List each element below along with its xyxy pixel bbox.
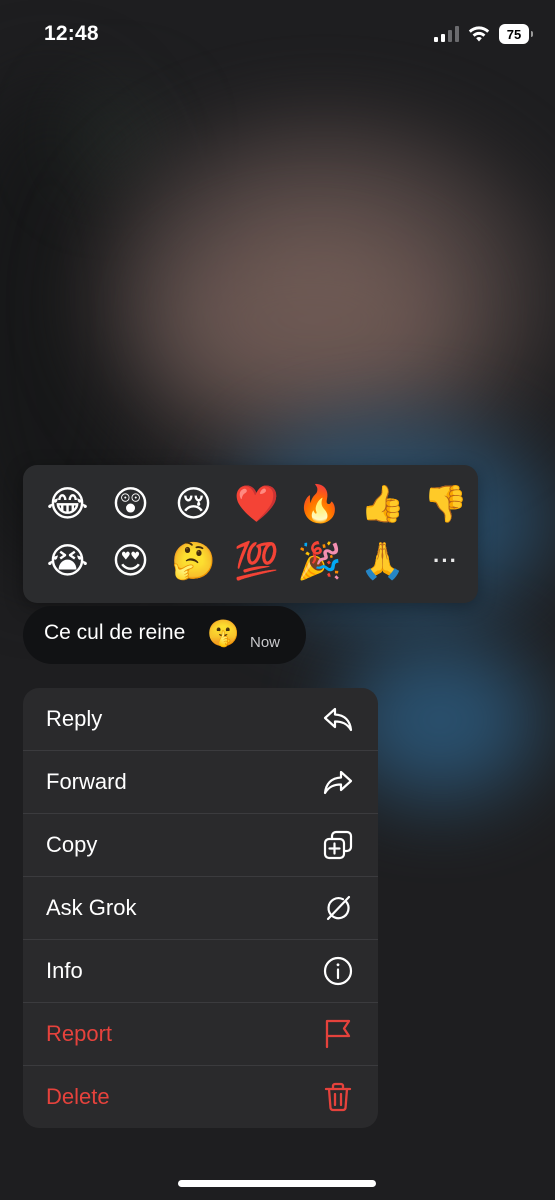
status-icons: 75	[434, 24, 533, 44]
reaction-loudly-crying-face[interactable]: 😭	[36, 532, 99, 589]
reaction-picker: 😂 😲 😢 ❤️ 🔥 👍 👎 😭 😍 🤔 💯 🎉 🙏 ···	[23, 465, 478, 603]
menu-item-label: Reply	[46, 706, 103, 731]
menu-item-report[interactable]: Report	[23, 1003, 378, 1066]
trash-icon	[322, 1081, 354, 1113]
menu-item-label: Copy	[46, 832, 98, 857]
reaction-thumbs-down[interactable]: 👎	[414, 475, 477, 532]
message-text: Ce cul de reine	[44, 621, 186, 644]
reaction-face-with-tears-of-joy[interactable]: 😂	[36, 475, 99, 532]
menu-item-label: Ask Grok	[46, 895, 137, 920]
menu-item-reply[interactable]: Reply	[23, 688, 378, 751]
menu-item-copy[interactable]: Copy	[23, 814, 378, 877]
menu-item-info[interactable]: Info	[23, 940, 378, 1003]
status-bar: 12:48 75	[0, 0, 555, 70]
message-emoji: 🤫	[207, 618, 240, 648]
reaction-red-heart[interactable]: ❤️	[225, 475, 288, 532]
cellular-signal-icon	[434, 26, 459, 42]
forward-icon	[322, 766, 354, 798]
menu-item-label: Report	[46, 1021, 113, 1046]
battery-icon: 75	[499, 24, 533, 44]
reaction-heart-eyes[interactable]: 😍	[99, 532, 162, 589]
more-reactions-button[interactable]: ···	[414, 532, 477, 589]
info-icon	[322, 955, 354, 987]
menu-item-label: Delete	[46, 1084, 110, 1109]
reaction-hundred-points[interactable]: 💯	[225, 532, 288, 589]
reaction-folded-hands[interactable]: 🙏	[351, 532, 414, 589]
reaction-fire[interactable]: 🔥	[288, 475, 351, 532]
reaction-astonished-face[interactable]: 😲	[99, 475, 162, 532]
copy-icon	[322, 829, 354, 861]
reply-icon	[322, 703, 354, 735]
grok-icon	[322, 892, 354, 924]
menu-item-ask-grok[interactable]: Ask Grok	[23, 877, 378, 940]
wifi-icon	[468, 26, 490, 42]
context-menu: Reply Forward Copy Ask Grok Info Report …	[23, 688, 378, 1128]
flag-icon	[322, 1018, 354, 1050]
menu-item-label: Info	[46, 958, 83, 983]
menu-item-forward[interactable]: Forward	[23, 751, 378, 814]
status-time: 12:48	[44, 22, 99, 45]
reaction-thinking-face[interactable]: 🤔	[162, 532, 225, 589]
home-indicator[interactable]	[178, 1180, 376, 1187]
message-timestamp: Now	[250, 634, 281, 651]
menu-item-label: Forward	[46, 769, 127, 794]
reaction-thumbs-up[interactable]: 👍	[351, 475, 414, 532]
screen: 12:48 75 😂 😲 😢 ❤️ 🔥 👍 👎 😭 😍 🤔 💯 🎉 🙏 ··· Ce cul de	[0, 0, 555, 1200]
battery-level: 75	[506, 26, 522, 42]
reaction-party-popper[interactable]: 🎉	[288, 532, 351, 589]
emoji-grid: 😂 😲 😢 ❤️ 🔥 👍 👎 😭 😍 🤔 💯 🎉 🙏 ···	[36, 475, 477, 589]
message-bubble[interactable]: Ce cul de reine 🤫 Now	[23, 606, 306, 664]
menu-item-delete[interactable]: Delete	[23, 1066, 378, 1128]
reaction-crying-face[interactable]: 😢	[162, 475, 225, 532]
